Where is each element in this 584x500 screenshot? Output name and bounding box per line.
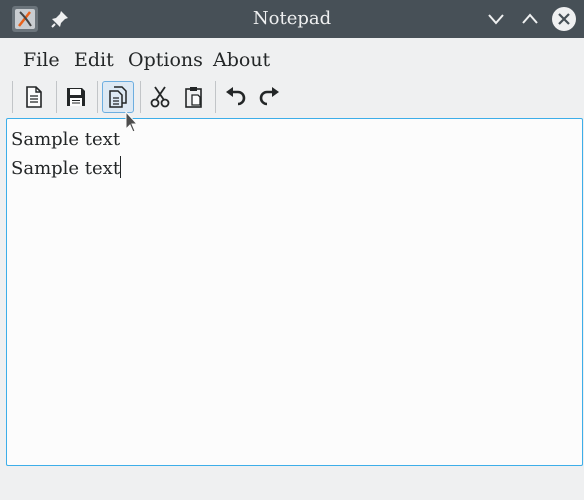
toolbar xyxy=(0,79,584,117)
redo-icon[interactable] xyxy=(253,81,285,113)
editor-line: Sample text xyxy=(11,129,121,150)
new-document-icon[interactable] xyxy=(18,81,50,113)
cut-icon[interactable] xyxy=(144,81,176,113)
menu-file[interactable]: File xyxy=(23,49,60,71)
paste-icon[interactable] xyxy=(178,81,210,113)
title-bar: Notepad xyxy=(0,0,584,38)
menu-bar: File Edit Options About xyxy=(0,40,584,78)
maximize-icon[interactable] xyxy=(517,6,543,32)
minimize-icon[interactable] xyxy=(483,6,509,32)
toolbar-separator xyxy=(97,81,98,113)
menu-edit[interactable]: Edit xyxy=(74,49,114,71)
save-icon[interactable] xyxy=(60,81,92,113)
toolbar-handle[interactable] xyxy=(12,81,13,113)
editor-line-text: Sample text xyxy=(11,158,121,179)
toolbar-separator xyxy=(215,81,216,113)
text-editor[interactable]: Sample text Sample text xyxy=(6,118,583,466)
toolbar-separator xyxy=(56,81,57,113)
mouse-pointer-icon xyxy=(124,110,140,134)
copy-icon[interactable] xyxy=(102,81,134,113)
menu-about[interactable]: About xyxy=(213,49,270,71)
text-caret xyxy=(120,156,122,178)
toolbar-separator xyxy=(140,81,141,113)
editor-line-with-caret: Sample text xyxy=(11,154,578,183)
close-icon[interactable] xyxy=(551,6,577,32)
undo-icon[interactable] xyxy=(220,81,252,113)
menu-options[interactable]: Options xyxy=(128,49,203,71)
